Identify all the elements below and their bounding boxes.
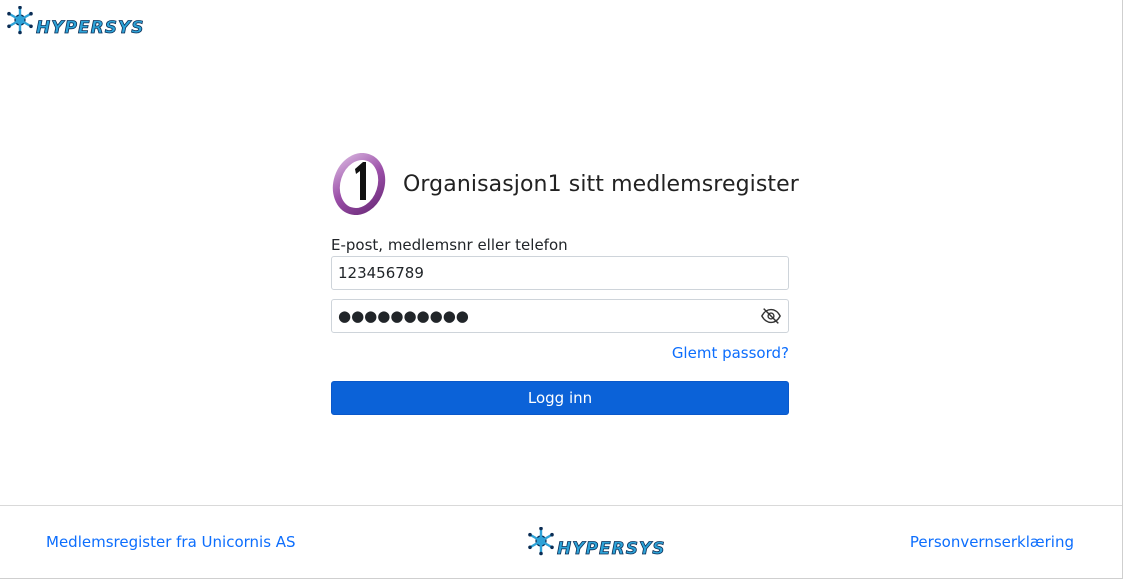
username-value: 123456789 bbox=[338, 264, 424, 282]
forgot-row: Glemt passord? bbox=[331, 343, 789, 363]
organisasjon1-logo-icon bbox=[332, 153, 386, 215]
login-button[interactable]: Logg inn bbox=[331, 381, 789, 415]
footer: Medlemsregister fra Unicornis AS HYPERSY… bbox=[0, 505, 1122, 579]
password-value: ●●●●●●●●●● bbox=[338, 307, 469, 325]
hypersys-wordmark: HYPERSYS bbox=[557, 539, 666, 559]
org-header: Organisasjon1 sitt medlemsregister bbox=[331, 153, 799, 215]
unicornis-link[interactable]: Medlemsregister fra Unicornis AS bbox=[46, 533, 296, 551]
forgot-password-link[interactable]: Glemt passord? bbox=[672, 344, 789, 362]
login-form: Organisasjon1 sitt medlemsregister E-pos… bbox=[331, 153, 799, 415]
login-page: HYPERSYS Organisasjon1 sitt medlemsregis… bbox=[0, 0, 1123, 579]
snowflake-gear-icon bbox=[528, 527, 554, 556]
hypersys-logo[interactable]: HYPERSYS bbox=[6, 6, 158, 38]
hypersys-wordmark: HYPERSYS bbox=[36, 18, 145, 38]
snowflake-gear-icon bbox=[7, 6, 33, 35]
username-label: E-post, medlemsnr eller telefon bbox=[331, 236, 568, 254]
eye-slash-icon[interactable] bbox=[760, 306, 782, 326]
username-input[interactable]: 123456789 bbox=[331, 256, 789, 290]
password-input[interactable]: ●●●●●●●●●● bbox=[331, 299, 789, 333]
privacy-link[interactable]: Personvernserklæring bbox=[910, 533, 1074, 551]
org-title: Organisasjon1 sitt medlemsregister bbox=[403, 171, 799, 197]
footer-hypersys-logo[interactable]: HYPERSYS bbox=[527, 527, 679, 559]
